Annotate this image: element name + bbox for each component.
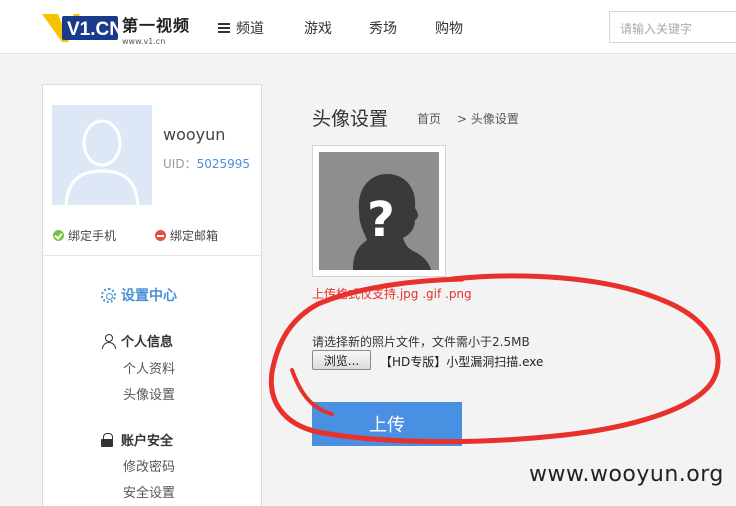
site-name-block: 第一视频 www.v1.cn [122, 12, 190, 46]
account-security-heading: 账户安全 [101, 430, 173, 449]
top-bar: V1.CN 第一视频 www.v1.cn 频道 游戏 秀场 购物 请输入关键字 [0, 0, 736, 54]
nav-channels[interactable]: 频道 [218, 18, 304, 38]
user-icon [101, 333, 116, 349]
sidebar-item-profile[interactable]: 个人资料 [123, 358, 175, 377]
main-nav: 频道 游戏 秀场 购物 [218, 18, 495, 38]
nav-channels-label: 频道 [236, 21, 264, 37]
page-title: 头像设置 [312, 108, 389, 130]
sidebar-item-security-settings[interactable]: 安全设置 [123, 482, 175, 501]
sidebar-item-change-password[interactable]: 修改密码 [123, 456, 175, 475]
account-security-label: 账户安全 [121, 434, 174, 449]
bind-email-label: 绑定邮箱 [170, 229, 219, 243]
personal-info-label: 个人信息 [121, 335, 174, 350]
selected-file-name: 【HD专版】小型漏洞扫描.exe [380, 355, 544, 369]
nav-games[interactable]: 游戏 [304, 18, 369, 38]
bind-email-status[interactable]: 绑定邮箱 [155, 227, 218, 244]
bind-phone-status[interactable]: 绑定手机 [53, 227, 116, 244]
username: wooyun [163, 125, 226, 144]
minus-icon [155, 230, 166, 241]
site-name: 第一视频 [122, 16, 191, 35]
uid-value: 5025995 [196, 157, 251, 171]
browse-button[interactable]: 浏览... [312, 350, 371, 370]
site-url: www.v1.cn [122, 37, 166, 46]
nav-shopping[interactable]: 购物 [435, 18, 495, 38]
gear-icon [101, 287, 116, 303]
bind-phone-label: 绑定手机 [68, 229, 117, 243]
breadcrumb-home[interactable]: 首页 [417, 110, 441, 127]
personal-info-heading: 个人信息 [101, 331, 173, 350]
breadcrumb-current: > 头像设置 [457, 112, 519, 126]
sidebar-item-avatar[interactable]: 头像设置 [123, 384, 175, 403]
watermark: www.wooyun.org [529, 462, 724, 487]
svg-text:V1.CN: V1.CN [67, 19, 120, 40]
uid-label: UID： [163, 157, 197, 171]
breadcrumb: 首页 > 头像设置 [417, 110, 535, 127]
avatar[interactable] [52, 105, 152, 205]
search-input[interactable]: 请输入关键字 [609, 11, 736, 43]
menu-icon [218, 23, 230, 33]
unknown-person-icon: ? [319, 152, 439, 270]
settings-center-link[interactable]: 设置中心 [101, 285, 177, 305]
settings-center-label: 设置中心 [121, 288, 177, 304]
svg-text:?: ? [367, 192, 395, 248]
sidebar: wooyun UID：5025995 绑定手机 绑定邮箱 设置中心 个人信息 个… [42, 84, 262, 506]
check-icon [53, 230, 64, 241]
file-requirement-label: 请选择新的照片文件，文件需小于2.5MB [312, 335, 530, 349]
format-note: 上传格式仅支持.jpg .gif .png [312, 287, 472, 301]
upload-button[interactable]: 上传 [312, 402, 462, 446]
site-logo[interactable]: V1.CN [40, 10, 120, 44]
user-id: UID：5025995 [163, 155, 250, 172]
lock-icon [101, 432, 113, 447]
nav-shows[interactable]: 秀场 [369, 18, 435, 38]
avatar-preview: ? [312, 145, 446, 277]
sidebar-divider [43, 255, 261, 256]
